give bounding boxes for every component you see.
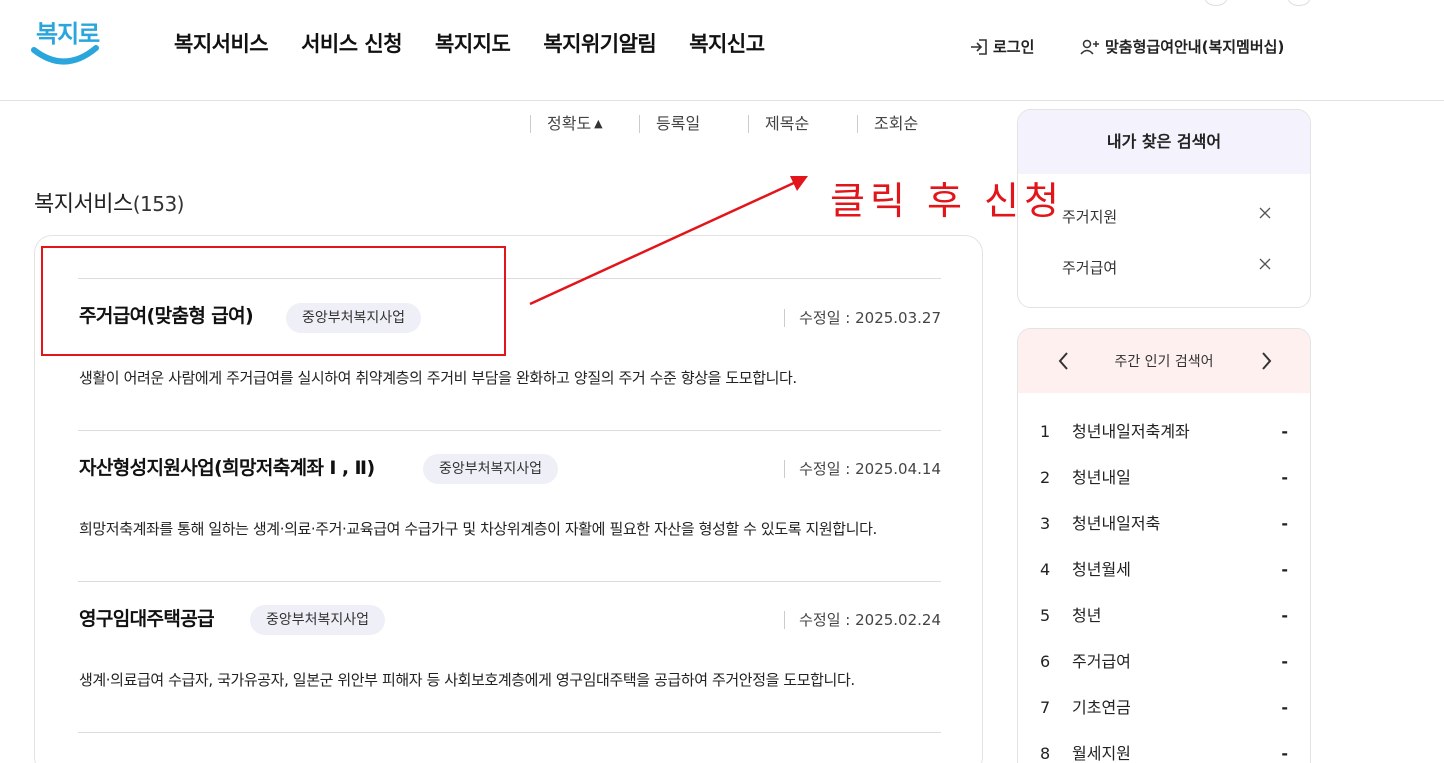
rank-number: 4 (1040, 560, 1051, 579)
login-icon (971, 38, 987, 55)
rank-number: 2 (1040, 468, 1051, 487)
login-label: 로그인 (993, 38, 1035, 56)
logo[interactable]: 복지로 (30, 14, 100, 70)
sort-title[interactable]: 제목순 (748, 115, 857, 133)
nav-welfare-map[interactable]: 복지지도 (435, 28, 511, 58)
nav-service-apply[interactable]: 서비스 신청 (301, 28, 402, 58)
membership-label: 맞춤형급여안내(복지멤버십) (1105, 38, 1285, 56)
rank-change: - (1281, 744, 1288, 763)
section-title-text: 복지서비스 (34, 192, 133, 217)
annotation-label: 클릭 후 신청 (830, 179, 1064, 223)
section-title: 복지서비스(153) (34, 186, 184, 218)
rank-keyword[interactable]: 기초연금 (1072, 697, 1131, 719)
annotation-highlight-box (41, 246, 506, 356)
service-title[interactable]: 영구임대주택공급 (79, 604, 215, 631)
rank-number: 1 (1040, 422, 1051, 441)
rank-number: 6 (1040, 652, 1051, 671)
date-label: 수정일 (799, 611, 841, 629)
nav-crisis-alert[interactable]: 복지위기알림 (543, 28, 656, 58)
rank-number: 8 (1040, 744, 1051, 763)
list-item[interactable]: 자산형성지원사업(희망저축계좌 Ⅰ , Ⅱ) 중앙부처복지사업 수정일 : 20… (78, 430, 941, 581)
rank-keyword[interactable]: 월세지원 (1072, 743, 1131, 763)
service-desc: 생계·의료급여 수급자, 국가유공자, 일본군 위안부 피해자 등 사회보호계층… (79, 671, 855, 689)
modified-date: 수정일 : 2025.03.27 (784, 309, 941, 327)
sort-views[interactable]: 조회순 (857, 115, 937, 133)
date-value: 2025.04.14 (855, 460, 941, 478)
rank-change: - (1281, 560, 1288, 579)
chevron-right-icon[interactable] (1256, 349, 1276, 373)
membership-link[interactable]: 맞춤형급여안내(복지멤버십) (1080, 36, 1284, 57)
sort-date[interactable]: 등록일 (639, 115, 748, 133)
rank-keyword[interactable]: 주거급여 (1072, 651, 1131, 673)
rank-keyword[interactable]: 청년 (1072, 605, 1101, 627)
popular-item[interactable]: 3 청년내일저축 - (1040, 513, 1288, 535)
recent-keyword[interactable]: 주거급여 (1062, 257, 1272, 278)
rank-number: 3 (1040, 514, 1051, 533)
modified-date: 수정일 : 2025.04.14 (784, 460, 941, 478)
rank-keyword[interactable]: 청년월세 (1072, 559, 1131, 581)
recent-keyword-label[interactable]: 주거지원 (1062, 208, 1117, 226)
popular-item[interactable]: 2 청년내일 - (1040, 467, 1288, 489)
popular-header: 주간 인기 검색어 (1018, 329, 1310, 393)
logo-smile-icon (31, 45, 99, 65)
main-nav: 복지서비스 서비스 신청 복지지도 복지위기알림 복지신고 (174, 28, 798, 58)
popular-item[interactable]: 7 기초연금 - (1040, 697, 1288, 719)
recent-keyword-label[interactable]: 주거급여 (1062, 259, 1117, 277)
popular-item[interactable]: 4 청년월세 - (1040, 559, 1288, 581)
rank-keyword[interactable]: 청년내일저축계좌 (1072, 421, 1190, 443)
category-badge: 중앙부처복지사업 (250, 605, 386, 635)
top-util-circle[interactable] (1205, 0, 1227, 6)
popular-item[interactable]: 5 청년 - (1040, 605, 1288, 627)
rank-number: 7 (1040, 698, 1051, 717)
rank-number: 5 (1040, 606, 1051, 625)
nav-welfare-report[interactable]: 복지신고 (689, 28, 765, 58)
date-value: 2025.02.24 (855, 611, 941, 629)
popular-item[interactable]: 1 청년내일저축계좌 - (1040, 421, 1288, 443)
recent-keyword[interactable]: 주거지원 (1062, 206, 1272, 227)
list-item[interactable]: 영구임대주택공급 중앙부처복지사업 수정일 : 2025.02.24 생계·의료… (78, 581, 941, 732)
rank-change: - (1281, 514, 1288, 533)
popular-item[interactable]: 8 월세지원 - (1040, 743, 1288, 763)
popular-search-panel: 주간 인기 검색어 1 청년내일저축계좌 - 2 청년내일 - 3 청년내일저축 - 4 청년… (1017, 328, 1311, 763)
rank-change: - (1281, 652, 1288, 671)
site-header: 복지로 복지서비스 서비스 신청 복지지도 복지위기알림 복지신고 로그인 맞춤… (0, 0, 1444, 101)
popular-item[interactable]: 6 주거급여 - (1040, 651, 1288, 673)
sort-bar: 정확도 ▲ 등록일 제목순 조회순 (530, 112, 937, 133)
close-icon[interactable] (1258, 257, 1272, 271)
service-title[interactable]: 자산형성지원사업(희망저축계좌 Ⅰ , Ⅱ) (79, 453, 375, 480)
add-user-icon (1080, 39, 1099, 55)
rank-change: - (1281, 606, 1288, 625)
list-item[interactable] (78, 732, 941, 763)
sort-accuracy-label: 정확도 (547, 114, 592, 133)
category-badge: 중앙부처복지사업 (423, 454, 559, 484)
modified-date: 수정일 : 2025.02.24 (784, 611, 941, 629)
date-label: 수정일 (799, 309, 841, 327)
service-desc: 생활이 어려운 사람에게 주거급여를 실시하여 취약계층의 주거비 부담을 완화… (79, 369, 797, 387)
nav-welfare-service[interactable]: 복지서비스 (174, 28, 269, 58)
rank-keyword[interactable]: 청년내일저축 (1072, 513, 1160, 535)
date-value: 2025.03.27 (855, 309, 941, 327)
my-search-title: 내가 찾은 검색어 (1018, 110, 1310, 174)
service-desc: 희망저축계좌를 통해 일하는 생계·의료·주거·교육급여 수급가구 및 차상위계… (79, 520, 877, 538)
rank-change: - (1281, 422, 1288, 441)
rank-keyword[interactable]: 청년내일 (1072, 467, 1131, 489)
date-label: 수정일 (799, 460, 841, 478)
sort-accuracy[interactable]: 정확도 ▲ (530, 115, 639, 133)
sort-up-icon: ▲ (594, 117, 603, 130)
rank-change: - (1281, 468, 1288, 487)
result-count: (153) (132, 192, 185, 216)
login-link[interactable]: 로그인 (970, 36, 1034, 57)
close-icon[interactable] (1258, 206, 1272, 220)
rank-change: - (1281, 698, 1288, 717)
top-util-circle[interactable] (1288, 0, 1310, 6)
